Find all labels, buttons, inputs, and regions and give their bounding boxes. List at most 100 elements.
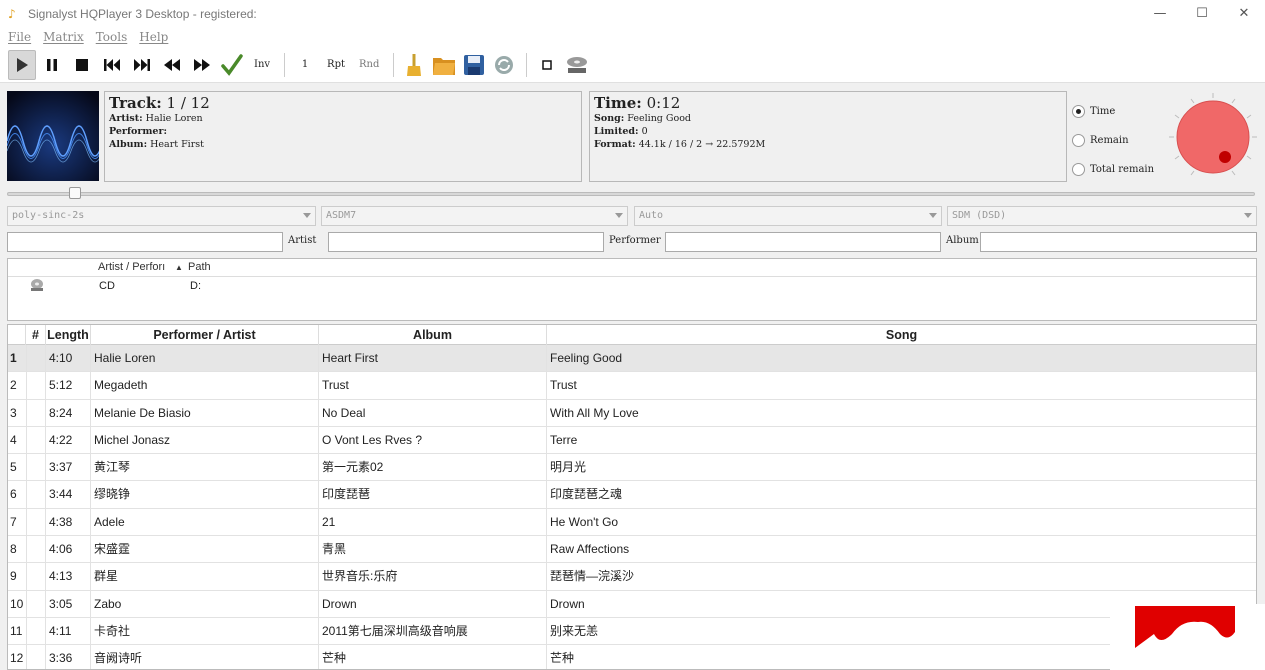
album-cell: Heart First [319, 345, 547, 372]
time-mode-label: Remain [1090, 135, 1129, 146]
length-cell: 5:12 [46, 372, 91, 400]
album-cell: 青黑 [319, 536, 547, 564]
display-mode-button[interactable] [533, 50, 561, 80]
table-row[interactable]: 5 3:37 黄江琴 第一元素02 明月光 [8, 454, 1256, 482]
stop-button[interactable] [68, 50, 96, 80]
chevron-down-icon [929, 213, 937, 218]
source-artist[interactable]: CD [99, 280, 115, 292]
performer-cell: 黄江琴 [91, 454, 319, 482]
track-number-cell: 2 [8, 372, 46, 400]
sources-col-artist[interactable]: Artist / Perforı [98, 261, 165, 273]
album-filter-input[interactable] [665, 232, 941, 252]
table-row[interactable]: 4 4:22 Michel Jonasz O Vont Les Rves ? Terre [8, 426, 1256, 455]
table-row[interactable]: 2 5:12 Megadeth Trust Trust [8, 372, 1256, 400]
col-header-number[interactable]: # [26, 325, 46, 345]
performer-cell: Adele [91, 508, 319, 536]
sources-col-path[interactable]: Path [188, 261, 211, 273]
col-header-length[interactable]: Length [46, 325, 91, 345]
minimize-button[interactable]: — [1139, 0, 1181, 27]
length-cell: 4:22 [46, 426, 91, 454]
filter-select[interactable]: poly-sinc-2s [7, 206, 316, 226]
column-divider [26, 345, 27, 372]
output-value: Auto [639, 210, 664, 221]
performer-filter-input[interactable] [328, 232, 604, 252]
time-mode-time[interactable]: Time [1072, 97, 1154, 126]
performer-filter-label: Performer [609, 235, 661, 246]
mode-select[interactable]: SDM (DSD) [947, 206, 1257, 226]
time-mode-remain[interactable]: Remain [1072, 126, 1154, 155]
track-number-cell: 6 [8, 481, 46, 509]
column-divider [26, 372, 27, 400]
previous-track-button[interactable] [98, 50, 126, 80]
modulator-select[interactable]: ASDM7 [321, 206, 628, 226]
col-header-album[interactable]: Album [319, 325, 547, 345]
source-path[interactable]: D: [190, 280, 201, 292]
pause-button[interactable] [38, 50, 66, 80]
table-row[interactable]: 11 4:11 卡奇社 2011第七届深圳高级音响展 别来无恙 [8, 617, 1256, 646]
open-folder-button[interactable] [430, 50, 458, 80]
time-mode-total-remain[interactable]: Total remain [1072, 155, 1154, 184]
radio-dot [1072, 105, 1085, 118]
performer-cell: 群星 [91, 563, 319, 591]
time-label: Time: [594, 94, 642, 112]
table-row[interactable]: 3 8:24 Melanie De Biasio No Deal With All My… [8, 399, 1256, 427]
track-number-cell: 3 [8, 399, 46, 427]
radio-dot [1072, 134, 1085, 147]
app-icon: ♪ [8, 6, 16, 21]
table-row[interactable]: 7 4:38 Adele 21 He Won't Go [8, 508, 1256, 537]
toolbar-separator [393, 52, 395, 77]
table-row[interactable]: 6 3:44 缪晓铮 印度琵琶 印度琵琶之魂 [8, 481, 1256, 509]
repeat-button[interactable]: Rpt [321, 50, 351, 80]
library-button[interactable] [563, 50, 591, 80]
album-search-input[interactable] [980, 232, 1257, 252]
fast-forward-button[interactable] [188, 50, 216, 80]
menu-help[interactable]: Help [139, 30, 168, 44]
disc-tray-icon [567, 56, 588, 73]
song-cell: 印度琵琶之魂 [550, 487, 623, 502]
performer-cell: Halie Loren [91, 345, 319, 372]
output-select[interactable]: Auto [634, 206, 942, 226]
time-mode-group: Time Remain Total remain [1072, 97, 1154, 184]
sources-list: Artist / Perforı ▲ Path CD D: [7, 258, 1257, 321]
track-number-cell: 1 [8, 345, 46, 372]
table-row[interactable]: 8 4:06 宋盛霆 青黑 Raw Affections [8, 536, 1256, 564]
close-button[interactable]: ✕ [1223, 0, 1265, 27]
invert-button[interactable]: Inv [248, 50, 276, 80]
rewind-button[interactable] [158, 50, 186, 80]
seek-slider[interactable] [7, 187, 1257, 199]
refresh-button[interactable] [490, 50, 518, 80]
table-row[interactable]: 10 3:05 Zabo Drown Drown [8, 590, 1256, 618]
next-track-button[interactable] [128, 50, 156, 80]
play-button[interactable] [8, 49, 36, 80]
album-cell: No Deal [319, 399, 547, 427]
menu-file[interactable]: File [8, 30, 31, 44]
track-label: Track: [109, 94, 162, 112]
performer-cell: Michel Jonasz [91, 426, 319, 454]
col-header-performer[interactable]: Performer / Artist [91, 325, 319, 345]
single-button[interactable]: 1 [291, 50, 319, 80]
table-row[interactable]: 1 4:10 Halie Loren Heart First Feeling Good [8, 345, 1256, 373]
length-cell: 3:37 [46, 454, 91, 482]
save-playlist-button[interactable] [460, 50, 488, 80]
column-divider [26, 617, 27, 645]
col-header-song[interactable]: Song [547, 325, 1256, 345]
menu-tools[interactable]: Tools [96, 30, 128, 44]
song-cell: He Won't Go [550, 514, 619, 529]
table-row[interactable]: 9 4:13 群星 世界音乐:乐府 琵琶情—浣溪沙 [8, 563, 1256, 591]
seek-handle[interactable] [69, 187, 81, 199]
window-title: Signalyst HQPlayer 3 Desktop - registere… [28, 6, 257, 21]
clear-playlist-button[interactable] [400, 50, 428, 80]
length-cell: 4:06 [46, 536, 91, 564]
table-row[interactable]: 12 3:36 音阙诗听 芒种 芒种 [8, 645, 1256, 669]
column-divider [26, 399, 27, 427]
artist-filter-input[interactable] [7, 232, 283, 252]
menu-matrix[interactable]: Matrix [43, 30, 84, 44]
album-cell: 印度琵琶 [319, 481, 547, 509]
track-number-cell: 4 [8, 426, 46, 454]
square-icon [542, 59, 553, 70]
volume-knob[interactable] [1167, 91, 1259, 183]
play-icon [17, 57, 28, 72]
apply-button[interactable] [218, 50, 246, 80]
maximize-button[interactable]: ☐ [1181, 0, 1223, 27]
random-button[interactable]: Rnd [353, 50, 385, 80]
